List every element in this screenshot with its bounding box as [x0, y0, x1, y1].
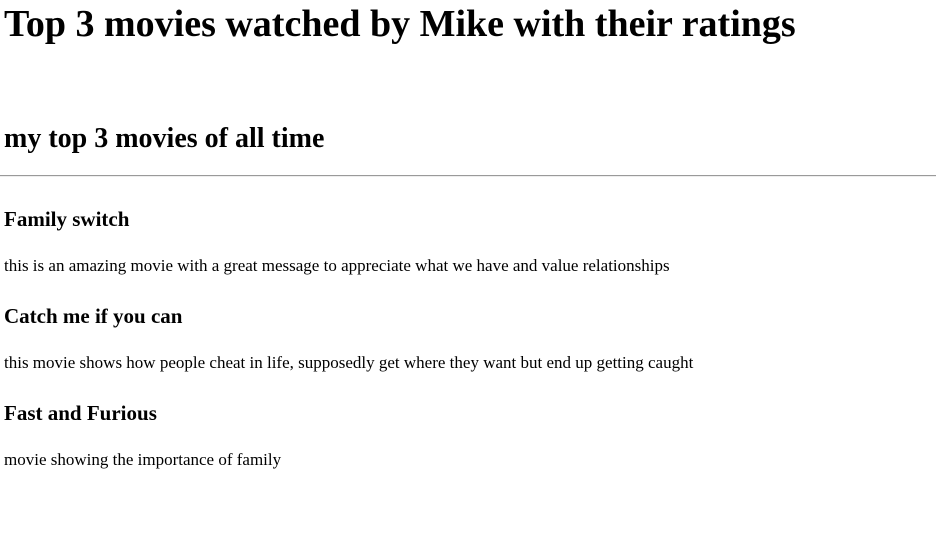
page-title: Top 3 movies watched by Mike with their …	[4, 3, 796, 45]
divider	[0, 175, 936, 177]
movie-item: Fast and Furious movie showing the impor…	[4, 399, 936, 496]
movie-title: Fast and Furious	[4, 401, 157, 425]
movie-title: Family switch	[4, 207, 130, 231]
movie-item: Family switch this is an amazing movie w…	[4, 205, 936, 302]
movie-list: Family switch this is an amazing movie w…	[4, 205, 936, 496]
movie-description: this movie shows how people cheat in lif…	[4, 353, 694, 372]
movie-title: Catch me if you can	[4, 304, 183, 328]
movie-description: movie showing the importance of family	[4, 450, 282, 469]
movie-description: this is an amazing movie with a great me…	[4, 256, 670, 275]
page-subtitle: my top 3 movies of all time	[4, 123, 325, 154]
movie-item: Catch me if you can this movie shows how…	[4, 302, 936, 399]
